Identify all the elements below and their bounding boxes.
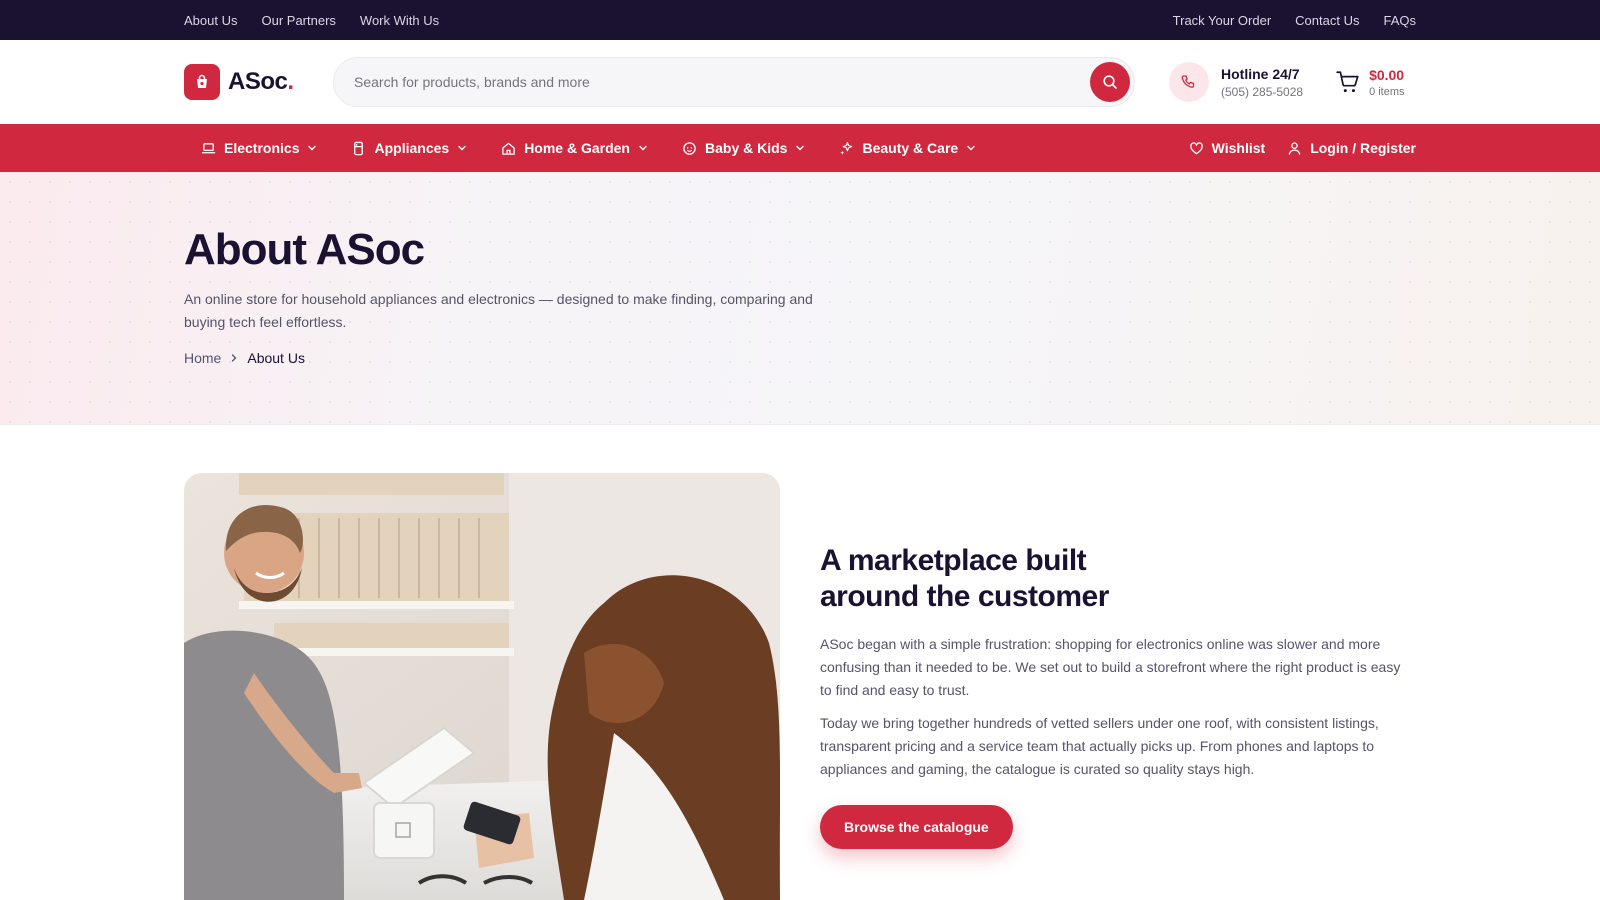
chevron-down-icon — [639, 145, 647, 151]
chevron-down-icon — [458, 145, 466, 151]
top-links-right: Track Your Order Contact Us FAQs — [1173, 13, 1416, 28]
page-description: An online store for household appliances… — [184, 291, 813, 330]
search-bar — [333, 57, 1135, 107]
logo-text: ASoc. — [228, 68, 294, 95]
top-link-about-us[interactable]: About Us — [184, 13, 237, 28]
about-story-section: A marketplace built around the customer … — [0, 425, 1600, 900]
chevron-down-icon — [308, 145, 317, 151]
section-heading-line-1: A marketplace built — [820, 544, 1087, 577]
nav-appliances[interactable]: Appliances — [351, 140, 467, 156]
category-nav: Electronics Appliances Home & Garden Bab… — [0, 124, 1600, 172]
search-input[interactable] — [354, 74, 1090, 90]
cart-button[interactable]: $0.00 0 items — [1335, 66, 1405, 98]
top-link-work-with-us[interactable]: Work With Us — [360, 13, 439, 28]
shopping-bag-icon — [184, 64, 220, 100]
top-links-left: About Us Our Partners Work With Us — [184, 13, 439, 28]
nav-electronics-label: Electronics — [224, 140, 300, 156]
sparkle-icon — [840, 141, 853, 155]
chevron-down-icon — [796, 145, 805, 151]
account-links: Wishlist Login / Register — [1189, 140, 1416, 156]
user-icon — [1288, 141, 1301, 155]
nav-home-garden-label: Home & Garden — [524, 140, 630, 156]
page-hero: About ASoc An online store for household… — [0, 172, 1600, 425]
breadcrumb-home[interactable]: Home — [184, 350, 221, 366]
wishlist-label: Wishlist — [1211, 140, 1266, 156]
heart-icon — [1189, 141, 1203, 154]
top-bar: About Us Our Partners Work With Us Track… — [0, 0, 1600, 40]
hotline-number[interactable]: (505) 285-5028 — [1221, 85, 1303, 99]
nav-appliances-label: Appliances — [374, 140, 450, 156]
wishlist-link[interactable]: Wishlist — [1189, 140, 1266, 156]
nav-electronics[interactable]: Electronics — [201, 140, 317, 156]
phone-icon — [1169, 62, 1209, 102]
nav-baby-kids[interactable]: Baby & Kids — [682, 140, 805, 156]
category-menu: Electronics Appliances Home & Garden Bab… — [184, 140, 976, 156]
house-icon — [502, 142, 515, 155]
top-link-track-order[interactable]: Track Your Order — [1173, 13, 1272, 28]
laptop-icon — [201, 142, 216, 153]
breadcrumb-current: About Us — [247, 350, 305, 366]
cart-item-count: 0 items — [1369, 85, 1405, 98]
browse-catalogue-button[interactable]: Browse the catalogue — [820, 805, 1013, 849]
site-logo[interactable]: ASoc. — [184, 64, 329, 100]
hotline: Hotline 24/7 (505) 285-5028 — [1169, 62, 1303, 102]
site-header: ASoc. Hotline 24/7 (505) 285-5028 — [0, 40, 1600, 124]
top-link-our-partners[interactable]: Our Partners — [261, 13, 335, 28]
nav-beauty-care-label: Beauty & Care — [862, 140, 959, 156]
chevron-right-icon — [232, 354, 237, 362]
top-link-faqs[interactable]: FAQs — [1383, 13, 1416, 28]
top-link-contact-us[interactable]: Contact Us — [1295, 13, 1359, 28]
breadcrumb: Home About Us — [184, 350, 1416, 366]
cart-icon — [1336, 71, 1359, 93]
search-button[interactable] — [1090, 62, 1130, 102]
hotline-title: Hotline 24/7 — [1221, 65, 1300, 82]
nav-baby-kids-label: Baby & Kids — [705, 140, 788, 156]
section-heading: A marketplace built around the customer — [820, 543, 1406, 615]
section-heading-line-2: around the customer — [820, 580, 1109, 613]
story-text: A marketplace built around the customer … — [820, 543, 1406, 900]
baby-icon — [683, 141, 696, 155]
page-title: About ASoc — [184, 225, 425, 274]
story-paragraph-1: ASoc began with a simple frustration: sh… — [820, 636, 1401, 698]
search-icon — [1103, 75, 1117, 89]
appliance-icon — [354, 141, 364, 155]
login-register-label: Login / Register — [1310, 140, 1416, 156]
nav-home-garden[interactable]: Home & Garden — [501, 140, 648, 156]
login-register-link[interactable]: Login / Register — [1287, 140, 1416, 156]
chevron-down-icon — [967, 145, 975, 151]
store-counter-photo — [184, 473, 780, 900]
nav-beauty-care[interactable]: Beauty & Care — [839, 140, 976, 156]
story-paragraph-2: Today we bring together hundreds of vett… — [820, 715, 1379, 777]
cart-total: $0.00 — [1369, 66, 1405, 83]
